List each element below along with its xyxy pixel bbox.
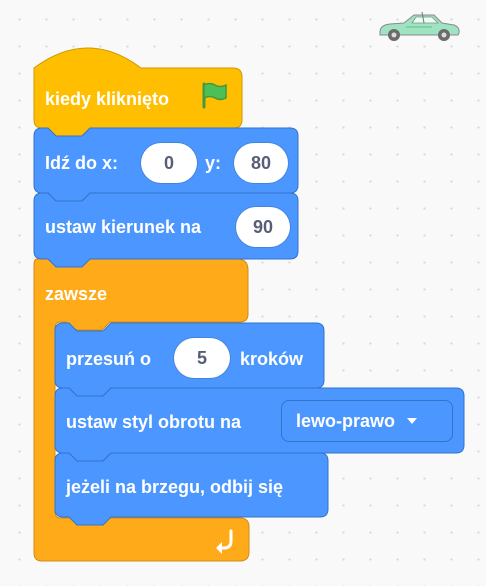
rotation-style-dropdown[interactable]: lewo-prawo [281,400,453,442]
y-label: y: [205,153,222,173]
direction-input[interactable]: 90 [236,207,290,247]
rotation-style-value: lewo-prawo [296,410,396,431]
steps-input[interactable]: 5 [174,338,230,378]
bounce-label: jeżeli na brzegu, odbij się [66,477,284,497]
goto-label: Idź do x: [45,153,118,173]
rotation-label: ustaw styl obrotu na [66,412,242,432]
hat-label: kiedy kliknięto [45,89,170,109]
green-flag-icon[interactable] [199,80,229,110]
loop-arrow-icon [216,529,233,554]
direction-label: ustaw kierunek na [45,217,202,237]
x-input[interactable]: 0 [141,143,197,183]
move-label-after: kroków [240,349,304,369]
forever-label: zawsze [45,284,108,304]
chevron-down-icon [407,418,418,424]
y-input[interactable]: 80 [234,143,288,183]
move-label-before: przesuń o [66,349,152,369]
